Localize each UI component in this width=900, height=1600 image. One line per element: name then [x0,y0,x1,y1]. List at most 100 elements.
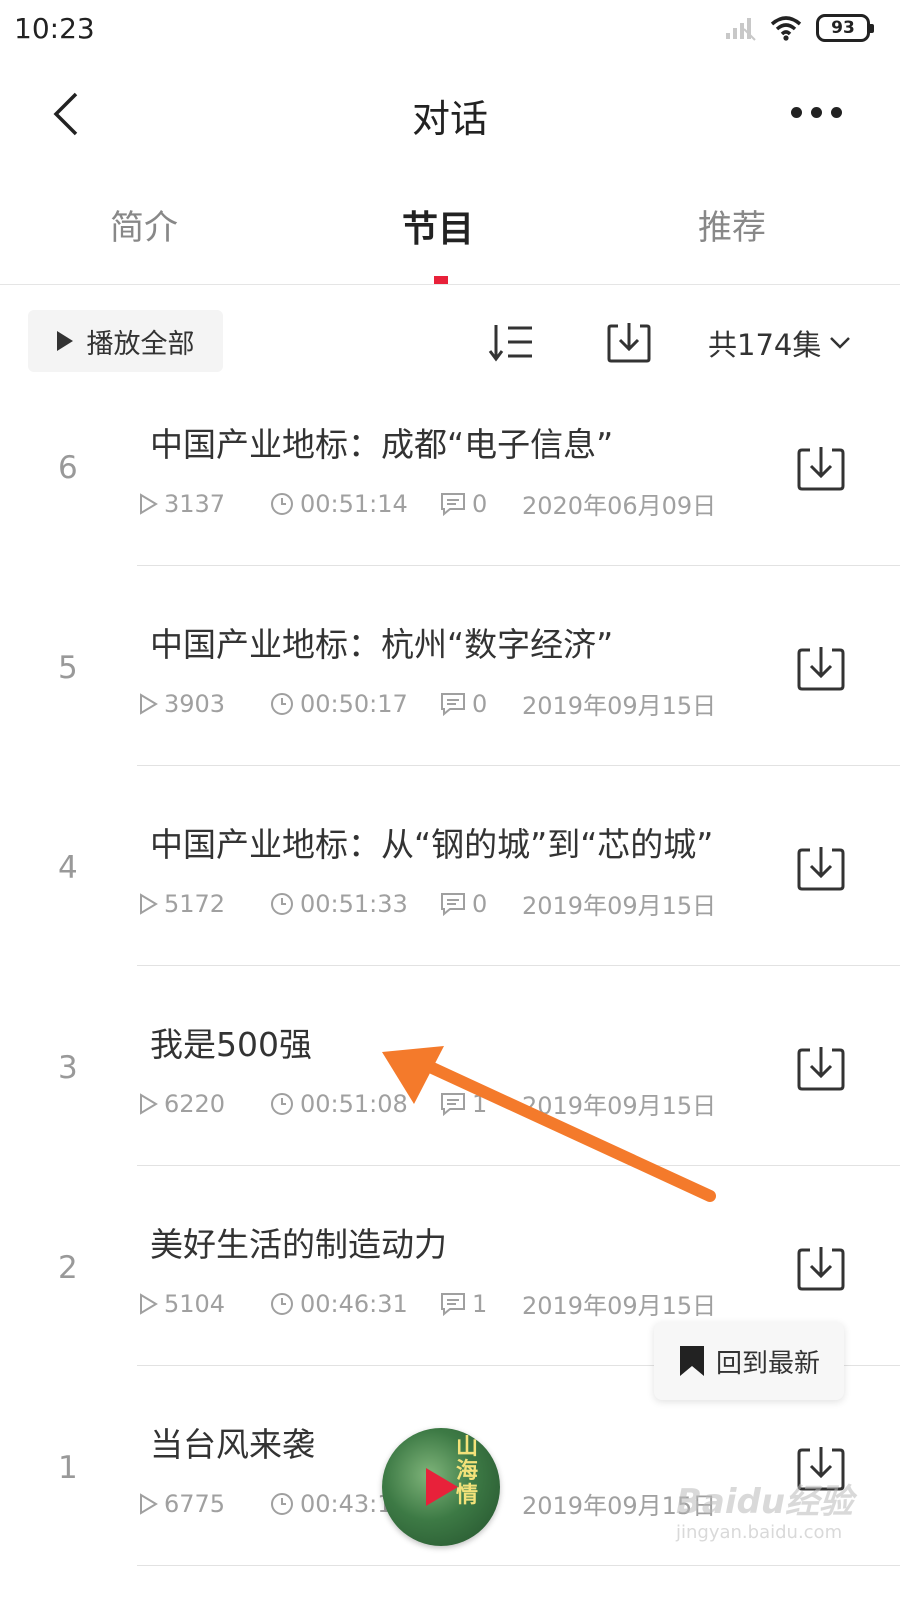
page-title: 对话 [411,97,488,141]
episode-title[interactable]: 中国产业地标：从“钢的城”到“芯的城” [150,818,713,866]
sort-icon [488,325,532,362]
row-divider [137,965,900,966]
clock-icon [271,892,293,915]
episode-plays: 6220 [138,1090,270,1118]
more-icon [830,106,842,118]
play-count-icon [140,692,158,715]
play-count-icon [140,492,158,515]
status-bar: 10:23 93 [0,0,900,62]
episode-comments-value: 0 [472,889,488,918]
more-button[interactable] [776,84,856,140]
episode-comments: 0 [440,890,522,918]
episode-count-label: 共174集 [708,328,822,362]
comment-icon [441,692,465,716]
tab-intro[interactable]: 简介 [110,200,178,249]
episode-meta: 3137 00:51:14 0 2020年06月09日 [138,486,716,521]
episode-duration: 00:50:17 [270,690,440,718]
episode-duration-value: 00:50:17 [300,689,408,718]
sort-button[interactable] [487,320,535,364]
status-time: 10:23 [14,12,95,45]
episode-row[interactable]: 5 中国产业地标：杭州“数字经济” 3903 00:50:17 0 2019年09月15日 [0,600,900,800]
episode-row[interactable]: 4 中国产业地标：从“钢的城”到“芯的城” 5172 00:51:33 0 2019年09… [0,800,900,1000]
tab-active-indicator [434,276,448,284]
tab-bar: 简介 节目 推荐 [0,180,900,285]
comment-icon [441,1292,465,1316]
download-icon [607,323,651,363]
episode-date: 2020年06月09日 [522,492,717,520]
episode-meta: 6220 00:51:08 1 2019年09月15日 [138,1086,716,1121]
download-icon[interactable] [796,644,846,692]
episode-comments-value: 1 [472,1089,488,1118]
episode-duration: 00:46:31 [270,1290,440,1318]
episode-meta: 3903 00:50:17 0 2019年09月15日 [138,686,716,721]
episode-plays-value: 5104 [164,1289,226,1318]
play-count-icon [140,1292,158,1315]
screen: 10:23 93 对话 简介 节目 推荐 播放全部 共174集 6 中国产业地标… [0,0,900,1600]
back-to-latest-button[interactable]: 回到最新 [654,1322,844,1400]
episode-plays-value: 3903 [164,689,226,718]
more-icon [810,106,822,118]
episode-row[interactable]: 3 我是500强 6220 00:51:08 1 2019年09月15日 [0,1000,900,1200]
episode-number: 2 [58,1250,78,1286]
list-toolbar: 播放全部 共174集 [0,300,900,386]
episode-comments: 1 [440,1090,522,1118]
download-icon[interactable] [796,1444,846,1492]
batch-download-button[interactable] [605,320,653,364]
episode-title[interactable]: 美好生活的制造动力 [150,1218,447,1266]
status-icons: 93 [724,14,874,42]
episode-number: 6 [58,450,78,486]
episode-plays-value: 3137 [164,489,226,518]
clock-icon [271,492,293,515]
episode-meta: 5104 00:46:31 1 2019年09月15日 [138,1286,716,1321]
download-icon[interactable] [796,844,846,892]
episode-title[interactable]: 我是500强 [150,1018,312,1066]
episode-plays: 6775 [138,1490,270,1518]
comment-icon [441,892,465,916]
episode-title[interactable]: 中国产业地标：杭州“数字经济” [150,618,613,666]
play-count-icon [140,1092,158,1115]
play-all-label: 播放全部 [86,328,195,360]
row-divider [137,1165,900,1166]
episode-plays: 3903 [138,690,270,718]
episode-title[interactable]: 当台风来袭 [150,1418,315,1466]
episode-plays-value: 5172 [164,889,226,918]
episode-date: 2019年09月15日 [522,1492,717,1520]
tab-recommend[interactable]: 推荐 [698,200,766,249]
comment-icon [441,1092,465,1116]
play-all-button[interactable]: 播放全部 [28,310,223,372]
clock-icon [271,1092,293,1115]
episode-plays-value: 6220 [164,1089,226,1118]
mini-player-play-icon[interactable] [426,1468,458,1506]
episode-number: 3 [58,1050,78,1086]
battery-indicator: 93 [816,14,874,42]
episode-duration-value: 00:43:1 [300,1489,393,1518]
mini-player[interactable]: 山海情 [382,1428,500,1546]
clock-icon [271,692,293,715]
episode-title[interactable]: 中国产业地标：成都“电子信息” [150,418,613,466]
play-icon [56,331,73,351]
episode-comments: 1 [440,1290,522,1318]
signal-icon [726,18,756,41]
episode-number: 1 [58,1450,78,1486]
episode-row[interactable]: 6 中国产业地标：成都“电子信息” 3137 00:51:14 0 2020年06月09日 [0,400,900,600]
row-divider [137,565,900,566]
back-to-latest-label: 回到最新 [715,1348,820,1379]
episode-duration-value: 00:51:33 [300,889,408,918]
clock-icon [271,1492,293,1515]
wifi-icon [770,16,802,41]
episode-date: 2019年09月15日 [522,1292,717,1320]
episode-meta: 5172 00:51:33 0 2019年09月15日 [138,886,716,921]
tab-episodes[interactable]: 节目 [402,200,474,252]
episode-duration: 00:51:08 [270,1090,440,1118]
download-icon[interactable] [796,444,846,492]
episode-count-selector[interactable]: 共174集 [708,322,851,364]
bookmark-icon [679,1346,704,1376]
download-icon[interactable] [796,1244,846,1292]
episode-comments-value: 0 [472,489,488,518]
play-count-icon [140,892,158,915]
episode-duration-value: 00:46:31 [300,1289,408,1318]
row-divider [137,765,900,766]
download-icon[interactable] [796,1044,846,1092]
episode-duration-value: 00:51:14 [300,489,408,518]
episode-plays-value: 6775 [164,1489,226,1518]
